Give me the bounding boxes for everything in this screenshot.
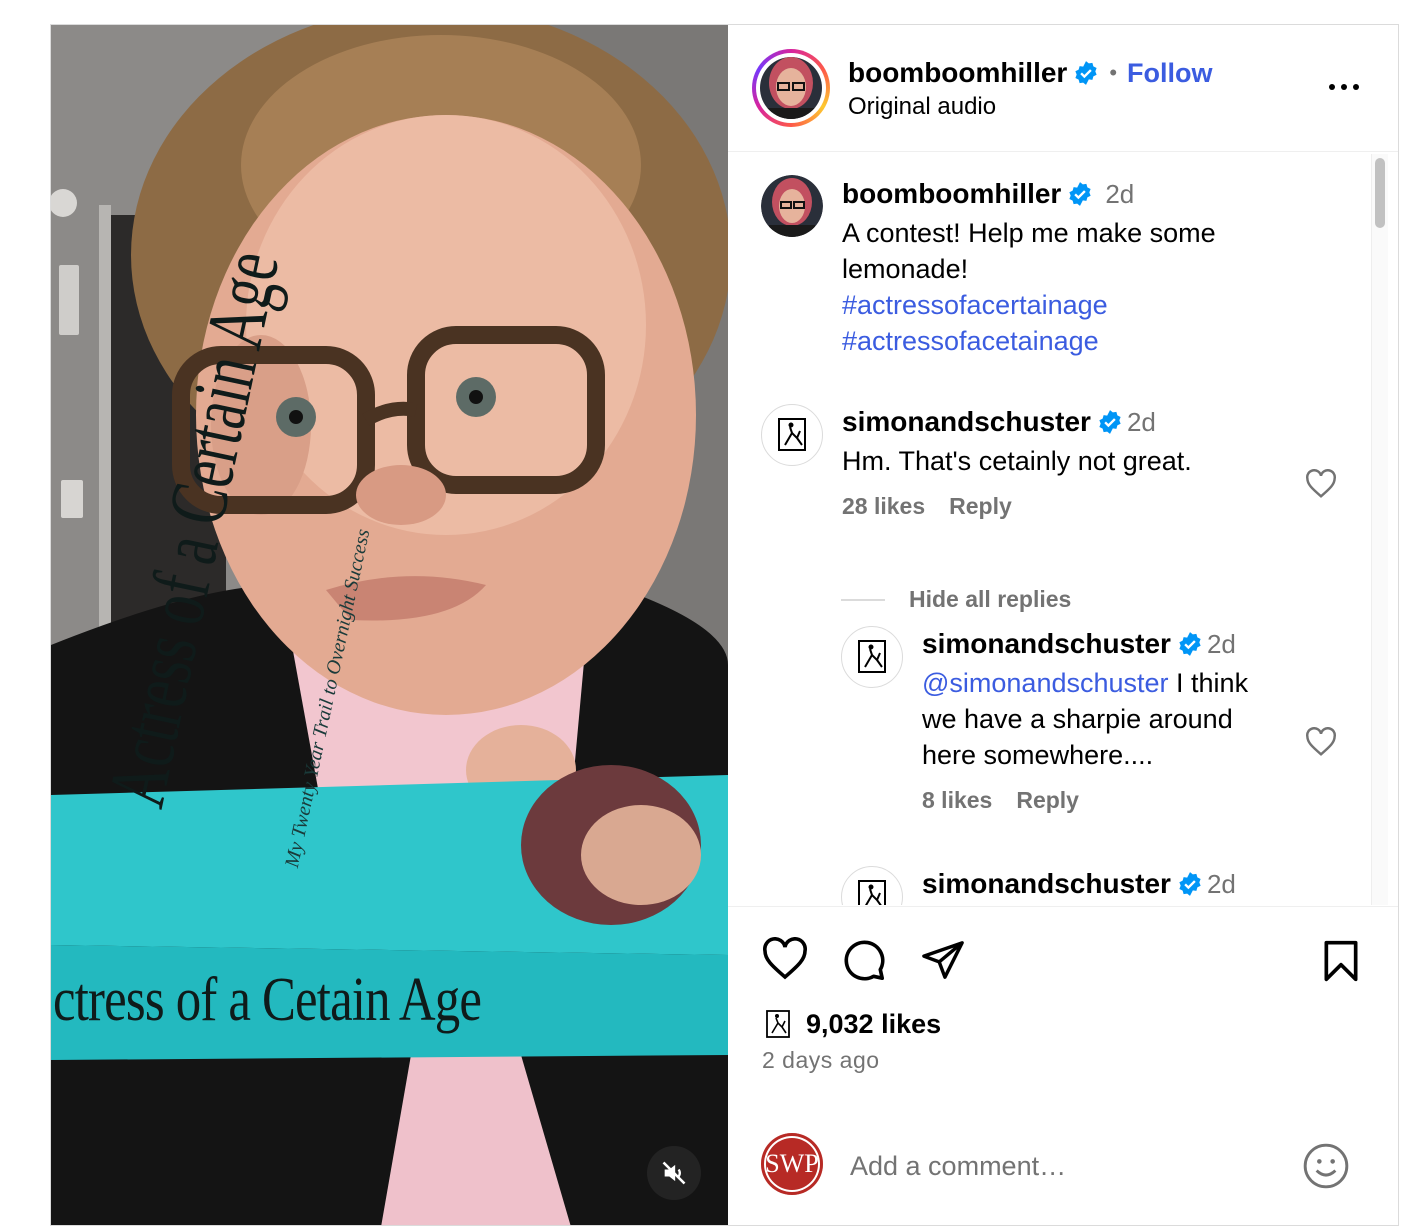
reply-time[interactable]: 2d — [1207, 629, 1236, 660]
caption-text-line2: lemonade! — [842, 254, 969, 284]
post-header: boomboomhiller • Follow Original audio — [728, 25, 1398, 152]
caption-author-avatar[interactable] — [761, 175, 823, 237]
simon-schuster-logo-icon — [858, 640, 886, 673]
hashtag-link[interactable]: #actressofacertainage — [842, 287, 1108, 323]
current-user-avatar[interactable]: SWP — [761, 1133, 823, 1195]
reply-username[interactable]: simonandschuster — [922, 628, 1171, 660]
comment-text: Hm. That's cetainly not great. — [842, 446, 1192, 476]
more-horizontal-icon[interactable] — [1324, 77, 1364, 97]
reply-avatar[interactable] — [841, 626, 903, 688]
book-spine-text: ctress of a Cetain Age — [53, 966, 482, 1034]
commenter-avatar[interactable] — [761, 404, 823, 466]
simon-schuster-logo-icon — [858, 880, 886, 905]
like-heart-icon[interactable] — [761, 937, 809, 981]
replies-divider-line — [841, 599, 885, 601]
reply-button[interactable]: Reply — [1016, 787, 1079, 813]
video-player[interactable]: Actress of a Certain Age My Twenty Year … — [51, 25, 728, 1225]
like-comment-heart-icon[interactable] — [1304, 469, 1338, 499]
comment-likes[interactable]: 28 likes — [842, 493, 925, 519]
reply-time[interactable]: 2d — [1207, 869, 1236, 900]
author-username[interactable]: boomboomhiller — [848, 57, 1067, 89]
verified-badge-icon — [1179, 632, 1201, 656]
caption-text-line1: A contest! Help me make some — [842, 218, 1216, 248]
caption-username[interactable]: boomboomhiller — [842, 178, 1061, 210]
like-reply-heart-icon[interactable] — [1304, 727, 1338, 757]
comments-list[interactable]: boomboomhiller 2d A contest! Help me mak… — [728, 152, 1398, 905]
comment-time[interactable]: 2d — [1127, 407, 1156, 438]
add-comment-input[interactable] — [848, 1145, 1272, 1187]
emoji-smiley-icon[interactable] — [1301, 1141, 1351, 1191]
verified-badge-icon — [1179, 872, 1201, 896]
author-avatar-story-ring[interactable] — [752, 49, 830, 127]
mute-button[interactable] — [647, 1146, 701, 1200]
hashtag-link[interactable]: #actressofacetainage — [842, 323, 1099, 359]
speaker-muted-icon — [662, 1161, 686, 1185]
reply-button[interactable]: Reply — [949, 493, 1012, 519]
reply-text-line3: here somewhere.... — [922, 740, 1154, 770]
comment-bubble-icon[interactable] — [840, 937, 888, 983]
share-paper-plane-icon[interactable] — [920, 939, 966, 981]
verified-badge-icon — [1099, 410, 1121, 434]
post-timestamp[interactable]: 2 days ago — [762, 1047, 880, 1074]
reply-username[interactable]: simonandschuster — [922, 868, 1171, 900]
reply-likes[interactable]: 8 likes — [922, 787, 992, 813]
caption-time[interactable]: 2d — [1105, 179, 1134, 210]
comment-username[interactable]: simonandschuster — [842, 406, 1091, 438]
separator-dot: • — [1109, 60, 1118, 85]
post-details-panel: boomboomhiller • Follow Original audio b… — [728, 25, 1398, 1225]
audio-label[interactable]: Original audio — [848, 93, 996, 121]
follow-button[interactable]: Follow — [1127, 58, 1212, 89]
comments-scrollbar[interactable] — [1371, 154, 1388, 905]
mention-link[interactable]: @simonandschuster — [922, 668, 1169, 698]
save-bookmark-icon[interactable] — [1322, 939, 1360, 983]
scrollbar-thumb[interactable] — [1375, 158, 1385, 228]
author-avatar — [760, 57, 822, 119]
liker-avatar-icon[interactable] — [762, 1007, 796, 1041]
verified-badge-icon — [1075, 61, 1097, 85]
hide-replies-button[interactable]: Hide all replies — [909, 586, 1071, 613]
reply-text-line1: I think — [1168, 668, 1249, 698]
add-comment-section: SWP — [728, 1117, 1398, 1225]
likes-count[interactable]: 9,032 likes — [806, 1009, 941, 1040]
simon-schuster-logo-icon — [778, 418, 806, 451]
verified-badge-icon — [1069, 182, 1091, 206]
reply-avatar[interactable] — [841, 866, 903, 905]
instagram-post-card: Actress of a Certain Age My Twenty Year … — [50, 24, 1399, 1226]
reply-text-line2: we have a sharpie around — [922, 704, 1233, 734]
